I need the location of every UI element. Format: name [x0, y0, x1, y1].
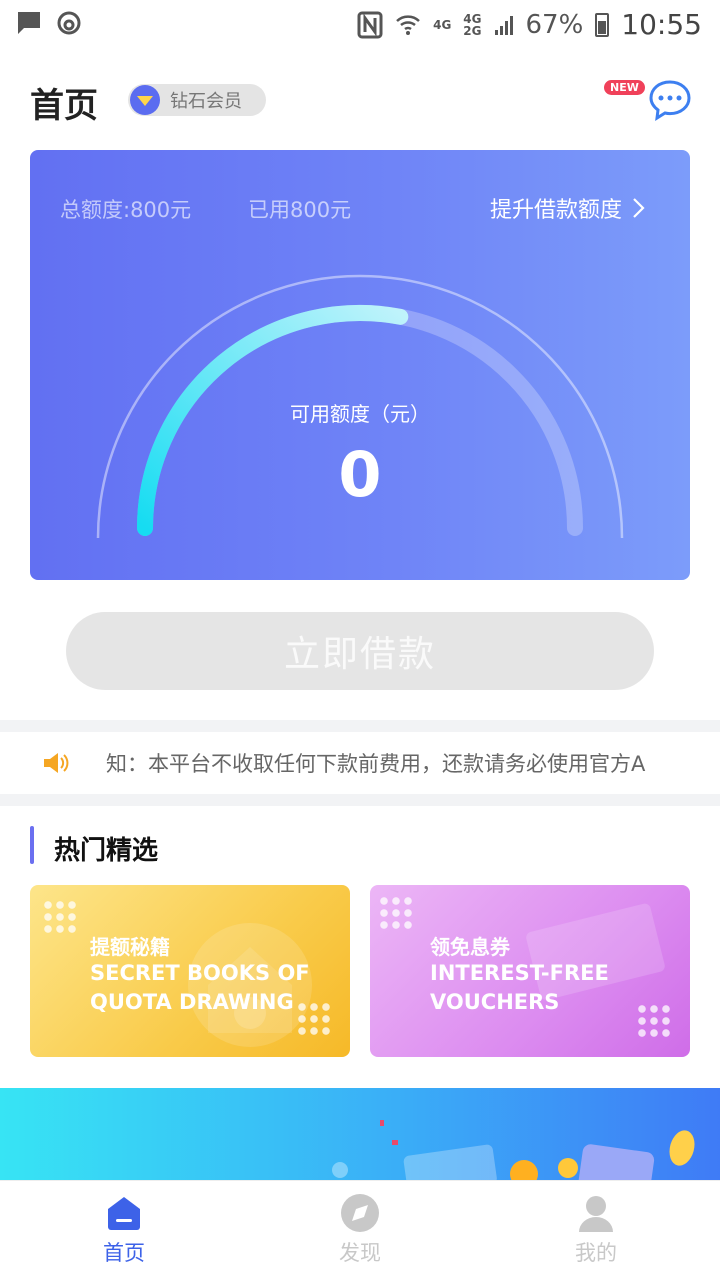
page-title: 首页	[30, 86, 98, 126]
tab-profile[interactable]: 我的	[526, 1181, 666, 1281]
section-title: 热门精选	[54, 836, 159, 866]
chat-message-icon[interactable]	[648, 78, 692, 122]
notice-bar: 知：本平台不收取任何下款前费用，还款请务必使用官方A	[0, 732, 720, 794]
network-type-1: 4G	[433, 17, 452, 32]
diamond-icon	[130, 85, 160, 115]
dot-pattern	[378, 895, 414, 931]
borrow-now-button[interactable]: 立即借款	[66, 612, 654, 690]
message-notification-icon	[18, 12, 40, 34]
promo-card-vouchers[interactable]: 领免息券 INTEREST-FREE VOUCHERS	[370, 885, 690, 1057]
home-icon	[108, 1197, 140, 1230]
tab-discover[interactable]: 发现	[290, 1181, 430, 1281]
status-left-icons	[16, 10, 82, 36]
tab-label: 我的	[575, 1241, 617, 1265]
speaker-icon	[44, 753, 69, 773]
network-type-2: 4G 2G	[463, 13, 481, 37]
tab-home[interactable]: 首页	[54, 1181, 194, 1281]
user-icon	[579, 1196, 613, 1232]
battery-icon	[595, 12, 610, 37]
dot-pattern	[42, 899, 78, 935]
banner-illustration	[332, 1120, 695, 1188]
status-bar: 4G 4G 2G 67% 10:55	[0, 0, 720, 50]
promo-card-quota-tips[interactable]: 提额秘籍 SECRET BOOKS OF QUOTA DRAWING	[30, 885, 350, 1057]
available-label: 可用额度（元）	[290, 402, 430, 426]
battery-percent: 67%	[525, 9, 584, 40]
member-badge[interactable]: 钻石会员	[128, 84, 266, 116]
app-notification-icon	[57, 11, 81, 35]
member-label: 钻石会员	[170, 91, 242, 112]
network-type-2-bottom: 2G	[463, 23, 482, 38]
clock: 10:55	[621, 8, 702, 41]
credit-card: 总额度:800元 已用800元 提升借款额度 可用额度（元） 0	[30, 150, 690, 580]
credit-gauge	[96, 274, 624, 539]
notice-text: 知：本平台不收取任何下款前费用，还款请务必使用官方A	[106, 752, 646, 776]
bottom-tab-bar: 首页 发现 我的	[0, 1180, 720, 1281]
promo-banner[interactable]	[0, 1088, 720, 1188]
section-accent-bar	[30, 826, 34, 864]
tab-label: 发现	[339, 1241, 381, 1265]
status-right-icons: 4G 4G 2G 67% 10:55	[357, 8, 702, 41]
new-badge: NEW	[604, 80, 645, 95]
network-type-2-top: 4G	[463, 11, 482, 26]
promo-title-cn: 提额秘籍	[90, 935, 170, 959]
compass-icon	[341, 1194, 379, 1232]
signal-icon	[494, 15, 513, 35]
promo-title-cn: 领免息券	[430, 935, 510, 959]
available-value: 0	[338, 438, 382, 511]
promo-title-en: INTEREST-FREE VOUCHERS	[430, 961, 609, 1014]
divider	[0, 720, 720, 732]
divider	[0, 794, 720, 806]
wifi-icon	[396, 14, 420, 35]
header: 首页 钻石会员 NEW	[0, 60, 720, 140]
tab-label: 首页	[103, 1241, 145, 1265]
promo-title-en: SECRET BOOKS OF QUOTA DRAWING	[90, 961, 310, 1014]
nfc-icon	[357, 11, 383, 38]
